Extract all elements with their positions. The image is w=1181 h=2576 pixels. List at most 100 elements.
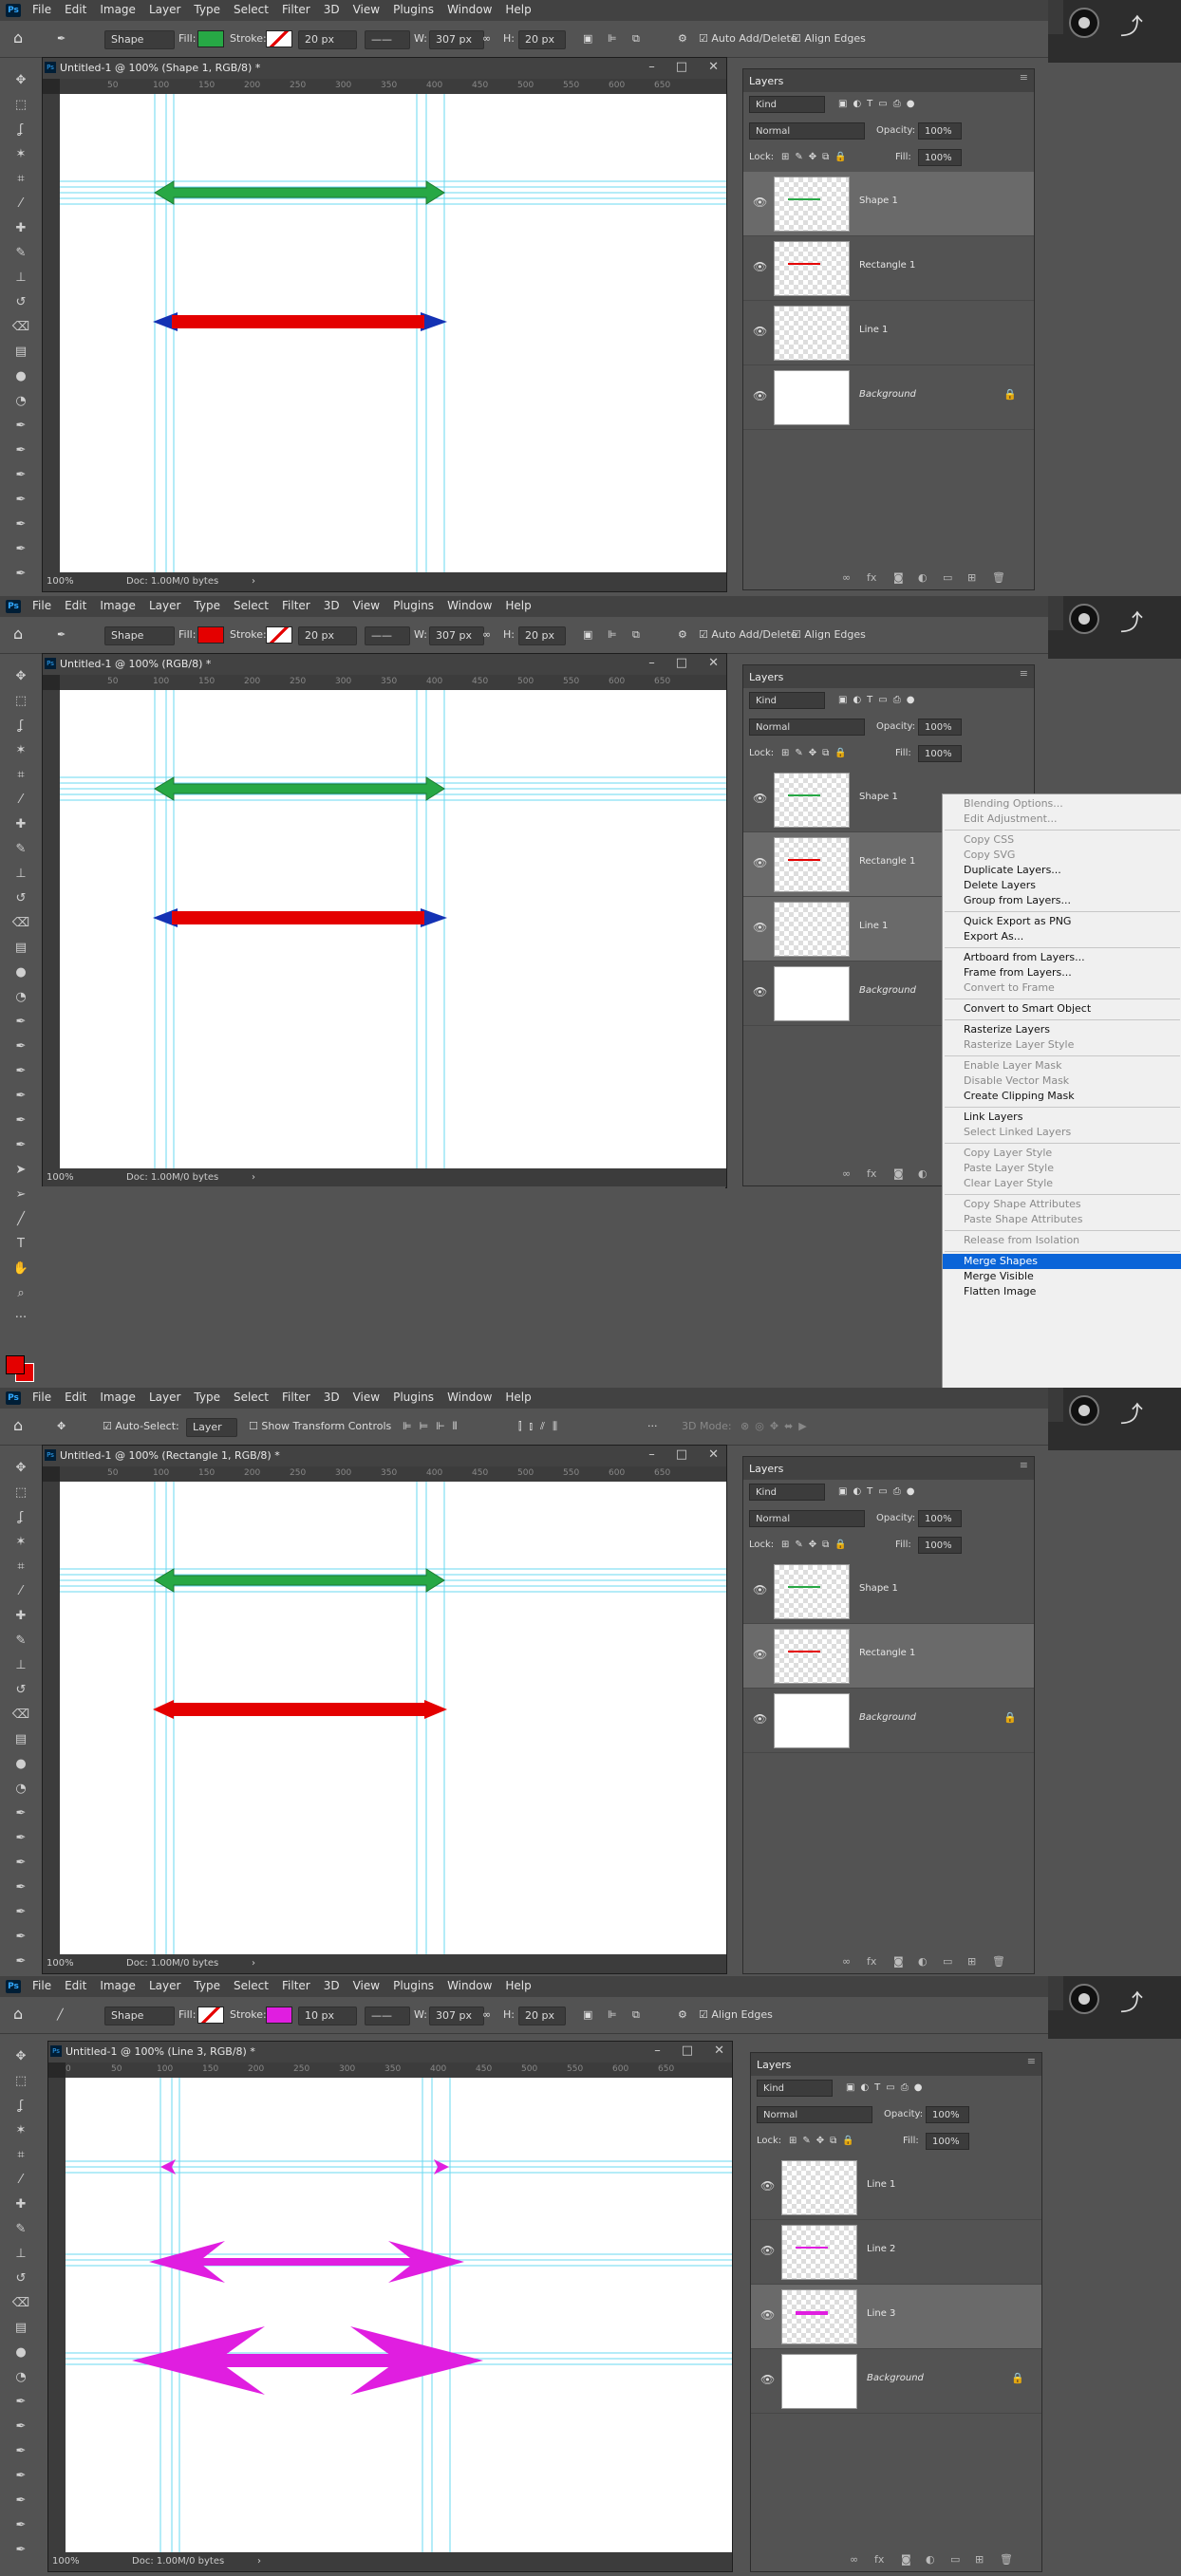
healing-brush-icon[interactable]: ✚: [4, 812, 38, 837]
canvas[interactable]: [66, 2078, 732, 2552]
menu-help[interactable]: Help: [505, 1979, 531, 1992]
link-layers-icon[interactable]: ∞: [842, 571, 851, 584]
blur-icon[interactable]: ●: [4, 961, 38, 985]
context-menu-item[interactable]: Duplicate Layers...: [943, 863, 1181, 878]
marquee-tool-icon[interactable]: ⬚: [4, 93, 38, 118]
layer-row[interactable]: 👁 Line 2: [751, 2220, 1041, 2285]
menu-image[interactable]: Image: [100, 1391, 136, 1404]
home-icon[interactable]: ⌂: [13, 28, 32, 47]
marquee-tool-icon[interactable]: ⬚: [4, 2069, 38, 2094]
mask-icon[interactable]: ◙: [893, 1955, 904, 1968]
context-menu-item[interactable]: Convert to Smart Object: [943, 1001, 1181, 1017]
pen-tool-icon[interactable]: ✒: [4, 1801, 38, 1826]
height-input[interactable]: 20 px: [518, 626, 566, 645]
eyedropper-icon[interactable]: ⁄: [4, 1579, 38, 1604]
zoom-level[interactable]: 100%: [52, 2556, 80, 2567]
link-icon[interactable]: ∞: [482, 30, 491, 47]
menu-type[interactable]: Type: [194, 1391, 220, 1404]
magic-wand-icon[interactable]: ✶: [4, 1530, 38, 1555]
power-icon[interactable]: [1069, 8, 1099, 38]
menu-select[interactable]: Select: [234, 1979, 269, 1992]
menu-filter[interactable]: Filter: [282, 1979, 310, 1992]
chevron-right-icon[interactable]: ›: [252, 1958, 255, 1969]
eye-icon[interactable]: 👁: [753, 1583, 767, 1596]
gradient-icon[interactable]: ▤: [4, 2316, 38, 2341]
dodge-icon[interactable]: ◔: [4, 2365, 38, 2390]
kind-filter-select[interactable]: Kind: [749, 1484, 825, 1501]
pen-tool-icon[interactable]: ✒: [4, 2390, 38, 2415]
layer-row[interactable]: 👁 Background 🔒: [743, 365, 1034, 430]
eye-icon[interactable]: 👁: [753, 389, 767, 402]
stroke-type-select[interactable]: ——: [365, 626, 410, 645]
document-tab[interactable]: Ps Untitled-1 @ 100% (RGB/8) * – □ ✕: [43, 654, 726, 675]
curve-tool-icon[interactable]: ⤴: [1120, 1984, 1143, 2017]
panel-menu-icon[interactable]: ≡: [1020, 1459, 1028, 1471]
type-tool-icon[interactable]: T: [4, 1232, 38, 1257]
3d-mode-icons[interactable]: ⊗◎✥⬌▶: [740, 1418, 813, 1435]
pen-tool-icon-4[interactable]: ✒: [4, 2464, 38, 2489]
panel-menu-icon[interactable]: ≡: [1020, 71, 1028, 84]
layers-tab[interactable]: Layers: [749, 75, 783, 87]
trash-icon[interactable]: 🗑: [992, 1955, 1005, 1968]
width-input[interactable]: 307 px: [429, 626, 484, 645]
shape-mode-select[interactable]: Shape: [104, 30, 175, 49]
layer-row[interactable]: 👁 Shape 1: [743, 1559, 1034, 1624]
chevron-right-icon[interactable]: ›: [252, 1172, 255, 1183]
opacity-input[interactable]: 100%: [918, 1510, 962, 1527]
menu-layer[interactable]: Layer: [149, 3, 180, 16]
lasso-tool-icon[interactable]: ʆ: [4, 1505, 38, 1530]
healing-brush-icon[interactable]: ✚: [4, 216, 38, 241]
width-input[interactable]: 307 px: [429, 2007, 484, 2025]
chevron-right-icon[interactable]: ›: [257, 2556, 261, 2567]
menu-layer[interactable]: Layer: [149, 1391, 180, 1404]
menu-3d[interactable]: 3D: [324, 599, 340, 612]
magic-wand-icon[interactable]: ✶: [4, 2119, 38, 2143]
menu-view[interactable]: View: [353, 1391, 380, 1404]
pen-tool-icon-5[interactable]: ✒: [4, 1900, 38, 1925]
new-layer-icon[interactable]: ⊞: [975, 2553, 984, 2566]
close-icon[interactable]: ✕: [708, 60, 719, 74]
context-menu-item[interactable]: Delete Layers: [943, 878, 1181, 893]
opacity-input[interactable]: 100%: [918, 719, 962, 736]
home-icon[interactable]: ⌂: [13, 625, 32, 644]
pen-tool-icon-4[interactable]: ✒: [4, 1084, 38, 1109]
minimize-icon[interactable]: –: [648, 1447, 655, 1462]
adjustment-icon[interactable]: ◐: [918, 1167, 928, 1180]
menu-3d[interactable]: 3D: [324, 3, 340, 16]
eyedropper-icon[interactable]: ⁄: [4, 788, 38, 812]
brush-tool-icon[interactable]: ✎: [4, 1629, 38, 1653]
context-menu-item[interactable]: Group from Layers...: [943, 893, 1181, 908]
stroke-swatch[interactable]: [266, 626, 292, 644]
eraser-icon[interactable]: ⌫: [4, 2291, 38, 2316]
gradient-icon[interactable]: ▤: [4, 936, 38, 961]
pen-tool-icon-2[interactable]: ✒: [4, 439, 38, 463]
direct-select-icon[interactable]: ➢: [4, 1183, 38, 1207]
eye-icon[interactable]: 👁: [753, 260, 767, 273]
kind-filter-select[interactable]: Kind: [749, 692, 825, 709]
crop-tool-icon[interactable]: ⌗: [4, 2143, 38, 2168]
kind-filter-select[interactable]: Kind: [749, 96, 825, 113]
healing-brush-icon[interactable]: ✚: [4, 1604, 38, 1629]
eye-icon[interactable]: 👁: [753, 856, 767, 869]
height-input[interactable]: 20 px: [518, 2007, 566, 2025]
menu-image[interactable]: Image: [100, 3, 136, 16]
menu-view[interactable]: View: [353, 599, 380, 612]
stroke-type-select[interactable]: ——: [365, 30, 410, 49]
move-tool-icon[interactable]: ✥: [4, 1456, 38, 1481]
lasso-tool-icon[interactable]: ʆ: [4, 2094, 38, 2119]
more-options-icon[interactable]: ···: [647, 1418, 658, 1435]
history-brush-icon[interactable]: ↺: [4, 290, 38, 315]
align-icons[interactable]: ⊫⊨⊩⫴: [403, 1418, 464, 1435]
eye-icon[interactable]: 👁: [760, 2373, 775, 2386]
dodge-icon[interactable]: ◔: [4, 389, 38, 414]
clone-stamp-icon[interactable]: ⊥: [4, 2242, 38, 2267]
fill-swatch[interactable]: [197, 626, 224, 644]
lock-icons[interactable]: ⊞✎✥⧉🔒: [781, 1540, 853, 1550]
brush-tool-icon[interactable]: ✎: [4, 2217, 38, 2242]
eyedropper-icon[interactable]: ⁄: [4, 192, 38, 216]
lasso-tool-icon[interactable]: ʆ: [4, 714, 38, 738]
menu-edit[interactable]: Edit: [65, 1979, 86, 1992]
power-icon[interactable]: [1069, 1984, 1099, 2014]
canvas[interactable]: [60, 94, 726, 572]
maximize-icon[interactable]: □: [676, 1447, 687, 1462]
